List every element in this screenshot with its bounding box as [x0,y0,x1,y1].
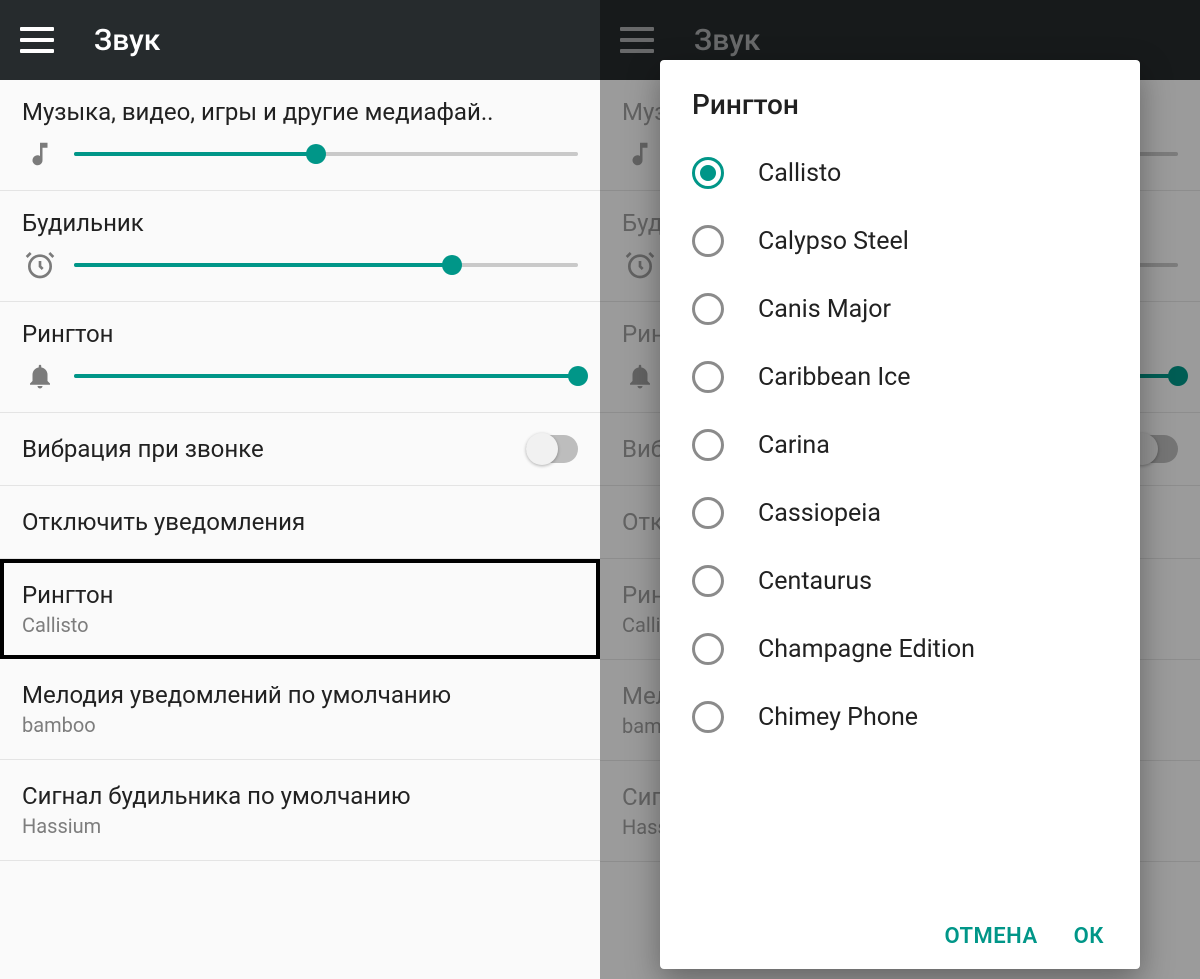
radio-icon [692,565,724,597]
radio-icon [692,497,724,529]
radio-icon [692,429,724,461]
radio-icon [692,293,724,325]
media-volume-row: Музыка, видео, игры и другие медиафай.. [0,80,600,191]
vibrate-on-call-row[interactable]: Вибрация при звонке [0,413,600,486]
cancel-button[interactable]: ОТМЕНА [944,924,1037,949]
sound-settings-screen-with-dialog: Звук Музыка, видео, игры и другие медиаф… [600,0,1200,979]
media-volume-label: Музыка, видео, игры и другие медиафай.. [22,98,578,126]
alarm-clock-icon [22,247,58,283]
sound-settings-screen: Звук Музыка, видео, игры и другие медиаф… [0,0,600,979]
ringtone-volume-label: Рингтон [22,320,578,348]
ringtone-option-label: Champagne Edition [758,635,975,664]
notification-sound-value: bamboo [22,713,578,737]
alarm-sound-value: Hassium [22,814,578,838]
ringtone-option-label: Calypso Steel [758,227,909,256]
notification-sound-row[interactable]: Мелодия уведомлений по умолчанию bamboo [0,659,600,760]
alarm-volume-slider[interactable] [74,263,578,267]
alarm-sound-label: Сигнал будильника по умолчанию [22,782,578,810]
ringtone-option[interactable]: Champagne Edition [660,615,1140,683]
ringtone-option-label: Chimey Phone [758,703,918,732]
ringtone-dialog: Рингтон Callisto Calypso Steel Canis Major… [660,60,1140,969]
alarm-volume-row: Будильник [0,191,600,302]
ringtone-picker-label: Рингтон [22,581,578,609]
app-bar: Звук [0,0,600,80]
ringtone-volume-slider[interactable] [74,374,578,378]
bell-icon [22,358,58,394]
ringtone-option[interactable]: Carina [660,411,1140,479]
ringtone-option-label: Carina [758,431,830,460]
radio-icon [692,361,724,393]
alarm-volume-label: Будильник [22,209,578,237]
ringtone-option-label: Canis Major [758,295,891,324]
radio-icon [692,701,724,733]
ringtone-option[interactable]: Calypso Steel [660,207,1140,275]
ringtone-picker-value: Callisto [22,613,578,637]
ringtone-option-label: Callisto [758,159,841,188]
vibrate-on-call-label: Вибрация при звонке [22,435,526,463]
vibrate-switch[interactable] [526,435,578,463]
do-not-disturb-row[interactable]: Отключить уведомления [0,486,600,559]
radio-icon [692,225,724,257]
ringtone-option[interactable]: Caribbean Ice [660,343,1140,411]
app-bar-title: Звук [94,23,160,58]
alarm-sound-row[interactable]: Сигнал будильника по умолчанию Hassium [0,760,600,861]
ringtone-option-label: Cassiopeia [758,499,881,528]
ringtone-option-list: Callisto Calypso Steel Canis Major Caribbea… [660,139,1140,906]
media-volume-slider[interactable] [74,152,578,156]
radio-icon [692,157,724,189]
radio-icon [692,633,724,665]
ok-button[interactable]: ОК [1074,924,1104,949]
dialog-title: Рингтон [660,60,1140,139]
ringtone-option[interactable]: Callisto [660,139,1140,207]
do-not-disturb-label: Отключить уведомления [22,508,578,536]
music-note-icon [22,136,58,172]
settings-list: Музыка, видео, игры и другие медиафай.. … [0,80,600,979]
ringtone-option-label: Caribbean Ice [758,363,911,392]
ringtone-option-label: Centaurus [758,567,872,596]
ringtone-picker-row[interactable]: Рингтон Callisto [0,559,600,659]
menu-icon[interactable] [20,27,54,53]
ringtone-volume-row: Рингтон [0,302,600,413]
ringtone-option[interactable]: Chimey Phone [660,683,1140,751]
notification-sound-label: Мелодия уведомлений по умолчанию [22,681,578,709]
ringtone-option[interactable]: Cassiopeia [660,479,1140,547]
ringtone-option[interactable]: Canis Major [660,275,1140,343]
ringtone-option[interactable]: Centaurus [660,547,1140,615]
